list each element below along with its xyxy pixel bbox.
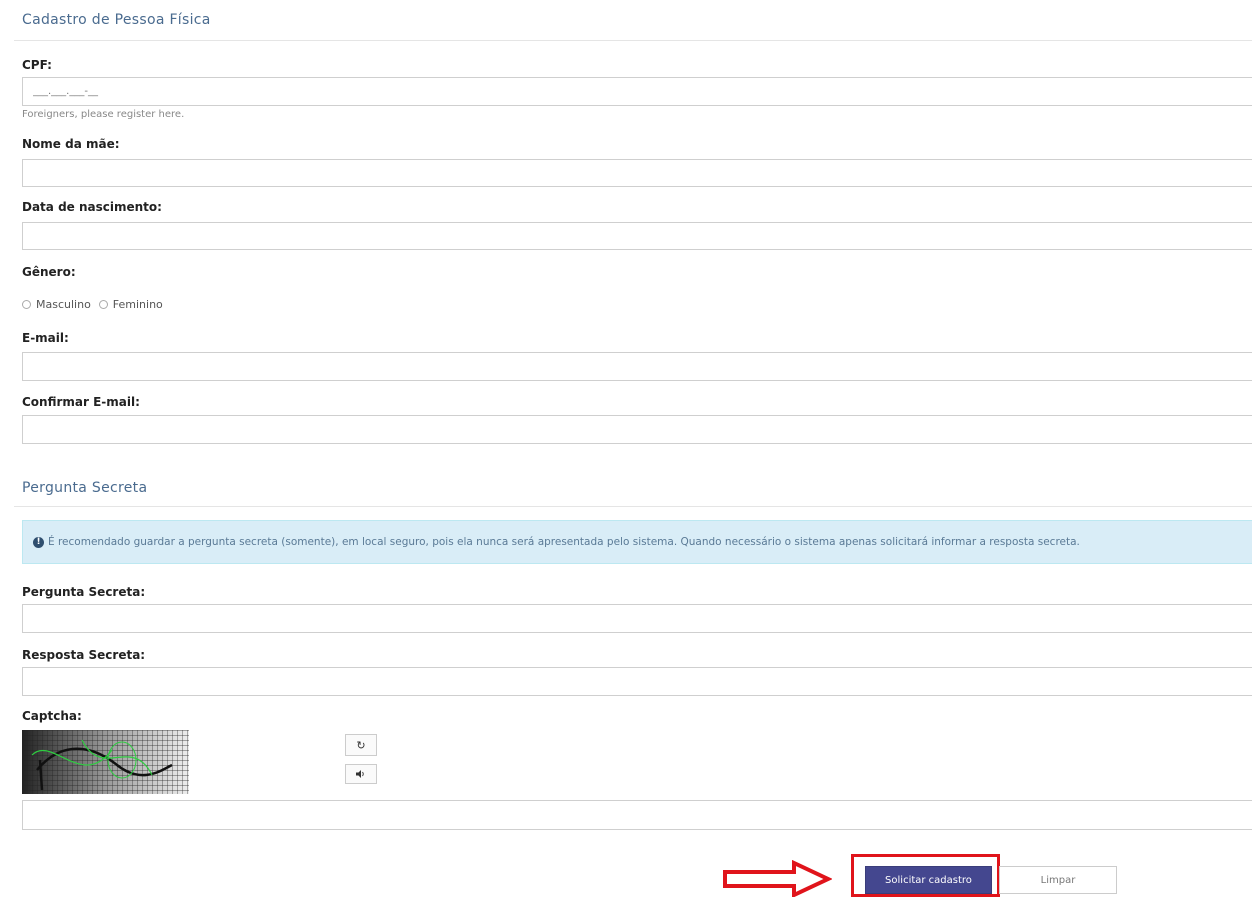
refresh-icon: ↻: [356, 739, 366, 752]
secret-answer-label: Resposta Secreta:: [22, 648, 146, 662]
captcha-noise: [22, 730, 189, 794]
secret-question-field[interactable]: [22, 604, 1252, 633]
email-field[interactable]: [22, 352, 1252, 381]
audio-captcha-button[interactable]: [345, 764, 377, 784]
gender-label: Gênero:: [22, 265, 76, 279]
arrow-right-icon: [723, 860, 832, 897]
radio-masculino-label: Masculino: [36, 298, 91, 311]
captcha-label: Captcha:: [22, 709, 82, 723]
mother-name-field[interactable]: [22, 159, 1252, 187]
refresh-captcha-button[interactable]: ↻: [345, 734, 377, 756]
captcha-image: [22, 730, 189, 794]
radio-feminino-label: Feminino: [112, 298, 163, 311]
birth-date-label: Data de nascimento:: [22, 200, 162, 214]
email-label: E-mail:: [22, 331, 69, 345]
submit-button[interactable]: Solicitar cadastro: [865, 866, 992, 894]
section-divider: [14, 40, 1252, 41]
radio-feminino[interactable]: [98, 300, 108, 309]
captcha-field[interactable]: [22, 800, 1252, 830]
section-divider: [14, 506, 1252, 507]
section-title-person: Cadastro de Pessoa Física: [22, 12, 211, 28]
section-title-secret: Pergunta Secreta: [22, 480, 148, 496]
secret-question-label: Pergunta Secreta:: [22, 585, 146, 599]
radio-masculino[interactable]: [22, 300, 31, 309]
info-icon: !: [33, 536, 44, 548]
clear-button[interactable]: Limpar: [999, 866, 1117, 894]
secret-answer-field[interactable]: [22, 667, 1252, 696]
confirm-email-field[interactable]: [22, 415, 1252, 444]
confirm-email-label: Confirmar E-mail:: [22, 395, 140, 409]
mother-name-label: Nome da mãe:: [22, 137, 120, 151]
cpf-field[interactable]: [22, 77, 1252, 106]
cpf-label: CPF:: [22, 58, 52, 72]
info-alert-text: É recomendado guardar a pergunta secreta…: [48, 536, 1080, 548]
gender-radio-group: Masculino Feminino: [22, 298, 163, 311]
foreigners-link[interactable]: Foreigners, please register here.: [22, 109, 184, 120]
birth-date-field[interactable]: [22, 222, 1252, 250]
audio-icon: [356, 770, 364, 778]
info-alert: ! É recomendado guardar a pergunta secre…: [22, 520, 1252, 564]
